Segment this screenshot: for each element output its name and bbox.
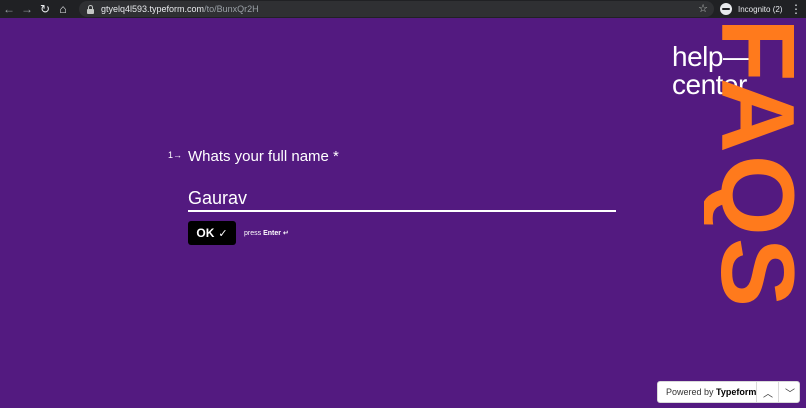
powered-by-typeform-widget: Powered by Typeform ︿ ﹀ <box>657 381 800 403</box>
next-question-button[interactable]: ﹀ <box>778 382 801 402</box>
full-name-input[interactable] <box>188 186 616 212</box>
url-path: /to/BunxQr2H <box>204 4 259 14</box>
check-icon: ✓ <box>218 227 228 240</box>
url-text[interactable]: gtyelq4l593.typeform.com/to/BunxQr2H <box>101 4 259 14</box>
address-bar[interactable]: gtyelq4l593.typeform.com/to/BunxQr2H ☆ <box>79 1 714 17</box>
browser-toolbar: ← → ↻ ⌂ gtyelq4l593.typeform.com/to/Bunx… <box>0 0 806 18</box>
incognito-icon <box>720 3 732 15</box>
reload-icon[interactable]: ↻ <box>36 0 54 18</box>
question-number: 1→ <box>168 150 183 160</box>
powered-by-label: Powered by <box>666 387 714 397</box>
hint-key: Enter ↵ <box>263 230 289 237</box>
bookmark-star-icon[interactable]: ☆ <box>698 1 708 17</box>
home-icon[interactable]: ⌂ <box>54 0 72 18</box>
chevron-down-icon: ﹀ <box>785 388 795 400</box>
question-text: Whats your full name * <box>188 148 339 165</box>
previous-question-button[interactable]: ︿ <box>756 382 779 402</box>
press-enter-hint: press Enter ↵ <box>244 229 289 237</box>
forward-icon[interactable]: → <box>18 0 36 18</box>
lock-icon[interactable] <box>87 4 94 14</box>
faqs-graphic: FAQS <box>704 18 806 364</box>
browser-menu-icon[interactable]: ⋮ <box>790 0 802 18</box>
incognito-profile-button[interactable]: Incognito (2) <box>720 1 782 17</box>
back-icon[interactable]: ← <box>0 0 18 18</box>
chevron-up-icon: ︿ <box>763 388 773 400</box>
ok-button[interactable]: OK ✓ <box>188 221 236 245</box>
typeform-brand: Typeform <box>716 387 757 397</box>
ok-button-label: OK <box>196 226 215 240</box>
powered-by-link[interactable]: Powered by Typeform <box>658 387 756 397</box>
hint-prefix: press <box>244 230 262 237</box>
faqs-text: FAQS <box>704 18 806 310</box>
url-host: gtyelq4l593.typeform.com <box>101 4 205 14</box>
incognito-label: Incognito (2) <box>738 4 783 14</box>
